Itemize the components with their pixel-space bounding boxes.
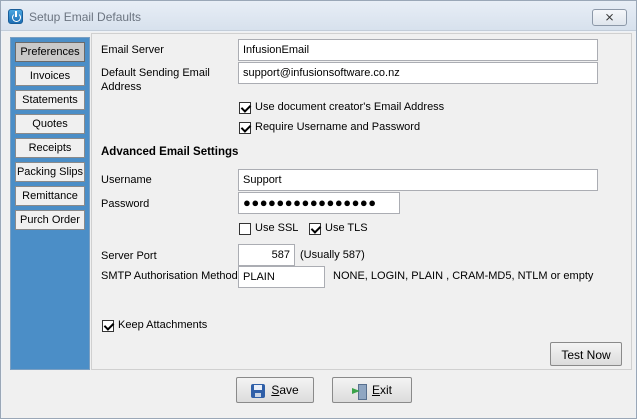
sidebar-item-receipts[interactable]: Receipts [15, 138, 85, 158]
username-label: Username [101, 174, 152, 186]
sidebar-item-packing-slips[interactable]: Packing Slips [15, 162, 85, 182]
email-server-field[interactable]: InfusionEmail [238, 39, 598, 61]
server-port-field[interactable]: 587 [238, 244, 295, 266]
title-bar: Setup Email Defaults ⨯ [1, 1, 636, 31]
default-sending-email-field[interactable]: support@infusionsoftware.co.nz [238, 62, 598, 84]
floppy-disk-icon [251, 383, 266, 398]
smtp-auth-method-field[interactable]: PLAIN [238, 266, 325, 288]
exit-button-label: xit [380, 383, 392, 397]
sidebar-item-invoices[interactable]: Invoices [15, 66, 85, 86]
keep-attachments-checkbox[interactable] [102, 320, 114, 332]
password-field[interactable]: ●●●●●●●●●●●●●●●● [238, 192, 400, 214]
sidebar-item-statements[interactable]: Statements [15, 90, 85, 110]
use-creator-email-label: Use document creator's Email Address [255, 101, 445, 113]
smtp-auth-method-label: SMTP Authorisation Method [101, 270, 238, 282]
use-creator-email-checkbox[interactable] [239, 102, 251, 114]
keep-attachments-label: Keep Attachments [118, 319, 208, 331]
username-field[interactable]: Support [238, 169, 598, 191]
preferences-panel: Email Server InfusionEmail Default Sendi… [91, 33, 632, 370]
exit-button[interactable]: Exit [332, 377, 412, 403]
test-now-button[interactable]: Test Now [550, 342, 622, 366]
password-label: Password [101, 198, 150, 210]
exit-door-icon [351, 383, 367, 400]
sidebar-item-purch-order[interactable]: Purch Order [15, 210, 85, 230]
exit-button-accel: E [371, 383, 380, 397]
sidebar: Preferences Invoices Statements Quotes R… [10, 37, 90, 370]
sidebar-item-preferences[interactable]: Preferences [15, 42, 85, 62]
sidebar-item-remittance[interactable]: Remittance [15, 186, 85, 206]
window-title: Setup Email Defaults [29, 10, 142, 24]
server-port-label: Server Port [101, 250, 157, 262]
server-port-hint: (Usually 587) [300, 249, 365, 261]
use-ssl-label: Use SSL [255, 222, 299, 234]
use-ssl-checkbox[interactable] [239, 223, 251, 235]
use-tls-checkbox[interactable] [309, 223, 321, 235]
require-auth-label: Require Username and Password [255, 121, 421, 133]
dialog-client-area: Preferences Invoices Statements Quotes R… [2, 32, 635, 418]
save-button-label: ave [279, 383, 299, 397]
save-button[interactable]: Save [236, 377, 314, 403]
app-power-icon [8, 9, 23, 24]
use-tls-label: Use TLS [325, 222, 368, 234]
smtp-auth-options-hint: NONE, LOGIN, PLAIN , CRAM-MD5, NTLM or e… [333, 270, 594, 282]
email-server-label: Email Server [101, 44, 164, 56]
setup-email-defaults-window: Setup Email Defaults ⨯ Preferences Invoi… [0, 0, 637, 419]
default-sending-email-label: Default Sending Email Address [101, 67, 210, 93]
advanced-settings-heading: Advanced Email Settings [101, 146, 239, 158]
require-auth-checkbox[interactable] [239, 122, 251, 134]
sidebar-item-quotes[interactable]: Quotes [15, 114, 85, 134]
close-button[interactable]: ⨯ [592, 9, 627, 26]
